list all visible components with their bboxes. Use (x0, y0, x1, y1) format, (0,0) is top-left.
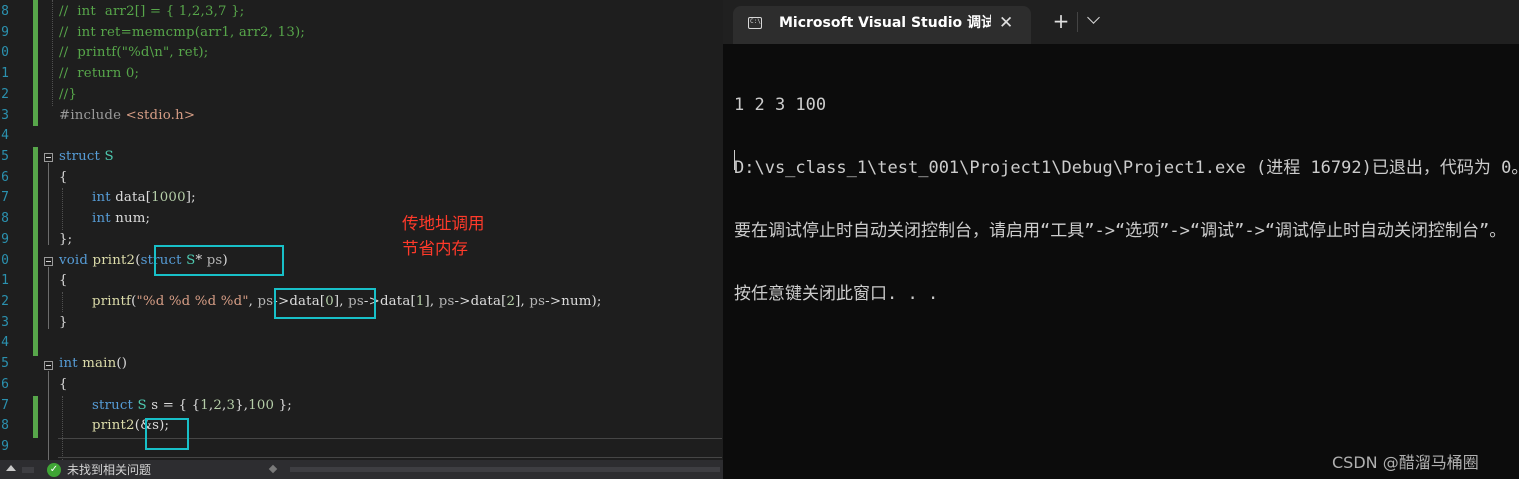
line-number: 3 (1, 315, 9, 330)
fold-line (48, 163, 49, 245)
line-number: 7 (1, 398, 9, 413)
line-number: 6 (1, 170, 9, 185)
line-number: 7 (1, 190, 9, 205)
code-line[interactable]: // int ret=memcmp(arr1, arr2, 13); (59, 23, 305, 44)
watermark: CSDN @醋溜马桶圈 (1332, 453, 1479, 472)
terminal-tab-bar: C:\ Microsoft Visual Studio 调试控制台 ✕ + (723, 0, 1519, 44)
code-line[interactable]: int main() (59, 354, 127, 375)
line-number: 2 (1, 87, 9, 102)
terminal-cursor (734, 150, 735, 170)
code-line[interactable]: // printf("%d\n", ret); (59, 43, 208, 64)
fold-toggle-icon[interactable] (44, 361, 53, 370)
change-marker (33, 0, 38, 106)
line-number: 3 (1, 108, 9, 123)
output-line: 1 2 3 100 (734, 95, 827, 115)
issues-status-text[interactable]: 未找到相关问题 (67, 462, 151, 479)
highlight-box-pointer-access (274, 288, 376, 319)
new-tab-button[interactable]: + (1051, 9, 1071, 33)
indent-guide (62, 292, 63, 312)
annotation-line: 节省内存 (402, 239, 468, 258)
fold-toggle-icon[interactable] (44, 257, 53, 266)
line-number: 6 (1, 377, 9, 392)
collapse-arrow-icon[interactable] (6, 465, 16, 471)
code-line[interactable]: { (59, 375, 68, 396)
code-line[interactable]: //} (59, 85, 77, 106)
editor-status-bar: ✓ 未找到相关问题 (0, 460, 723, 479)
cursor-mark (187, 431, 189, 441)
line-number: 1 (1, 66, 9, 81)
line-number: 5 (1, 356, 9, 371)
code-line[interactable]: // return 0; (59, 64, 139, 85)
line-number: 4 (1, 128, 9, 143)
code-line[interactable]: int num; (92, 209, 150, 230)
line-number-gutter: 8 9 0 1 2 3 4 5 6 7 8 9 0 1 2 3 4 5 6 7 … (0, 0, 12, 460)
code-line[interactable]: { (59, 168, 68, 189)
highlight-box-address-arg (145, 418, 189, 450)
code-line[interactable]: #include <stdio.h> (59, 106, 195, 127)
code-line[interactable]: } (59, 313, 68, 334)
line-number: 0 (1, 253, 9, 268)
code-editor[interactable]: 8 9 0 1 2 3 4 5 6 7 8 9 0 1 2 3 4 5 6 7 … (0, 0, 723, 479)
change-marker (33, 147, 38, 356)
tab-divider (1077, 12, 1078, 32)
code-line[interactable]: { (59, 271, 68, 292)
fold-toggle-icon[interactable] (44, 153, 53, 162)
zoom-control[interactable] (22, 467, 34, 473)
change-marker (33, 106, 38, 126)
console-icon: C:\ (748, 17, 762, 29)
line-number: 9 (1, 439, 9, 454)
line-number: 8 (1, 418, 9, 433)
change-marker (33, 396, 38, 438)
line-number: 8 (1, 211, 9, 226)
line-number: 9 (1, 232, 9, 247)
check-circle-icon[interactable]: ✓ (47, 463, 61, 477)
fold-line (48, 267, 49, 329)
code-line[interactable]: int data[1000]; (92, 188, 196, 209)
code-line[interactable]: struct S (59, 147, 114, 168)
line-number: 5 (1, 149, 9, 164)
horizontal-scrollbar[interactable] (290, 467, 720, 472)
line-number: 2 (1, 294, 9, 309)
fold-line (48, 371, 49, 461)
line-number: 8 (1, 4, 9, 19)
tab-title: Microsoft Visual Studio 调试控制台 (779, 15, 991, 31)
annotation-note: 传地址调用 节省内存 (402, 211, 485, 261)
output-line: D:\vs_class_1\test_001\Project1\Debug\Pr… (734, 158, 1519, 178)
line-number: 1 (1, 273, 9, 288)
indent-guide (62, 188, 63, 230)
terminal-tab[interactable]: C:\ Microsoft Visual Studio 调试控制台 ✕ (733, 6, 1031, 44)
chevron-down-icon[interactable] (1087, 11, 1100, 24)
terminal-window[interactable]: C:\ Microsoft Visual Studio 调试控制台 ✕ + 1 … (723, 0, 1519, 479)
line-number: 4 (1, 335, 9, 350)
indent-guide (52, 0, 53, 106)
close-tab-button[interactable]: ✕ (999, 13, 1013, 33)
annotation-line: 传地址调用 (402, 214, 485, 233)
code-line[interactable]: struct S s = { {1,2,3},100 }; (92, 396, 292, 417)
output-line: 要在调试停止时自动关闭控制台，请启用“工具”->“选项”->“调试”->“调试停… (734, 221, 1507, 241)
terminal-output[interactable]: 1 2 3 100 D:\vs_class_1\test_001\Project… (734, 53, 1519, 347)
code-line[interactable]: // int arr2[] = { 1,2,3,7 }; (59, 2, 244, 23)
line-number: 0 (1, 45, 9, 60)
output-line: 按任意键关闭此窗口. . . (734, 284, 939, 304)
code-line[interactable]: }; (59, 230, 72, 251)
line-number: 9 (1, 25, 9, 40)
scroll-left-icon[interactable] (268, 464, 278, 474)
highlight-box-param (154, 245, 284, 276)
